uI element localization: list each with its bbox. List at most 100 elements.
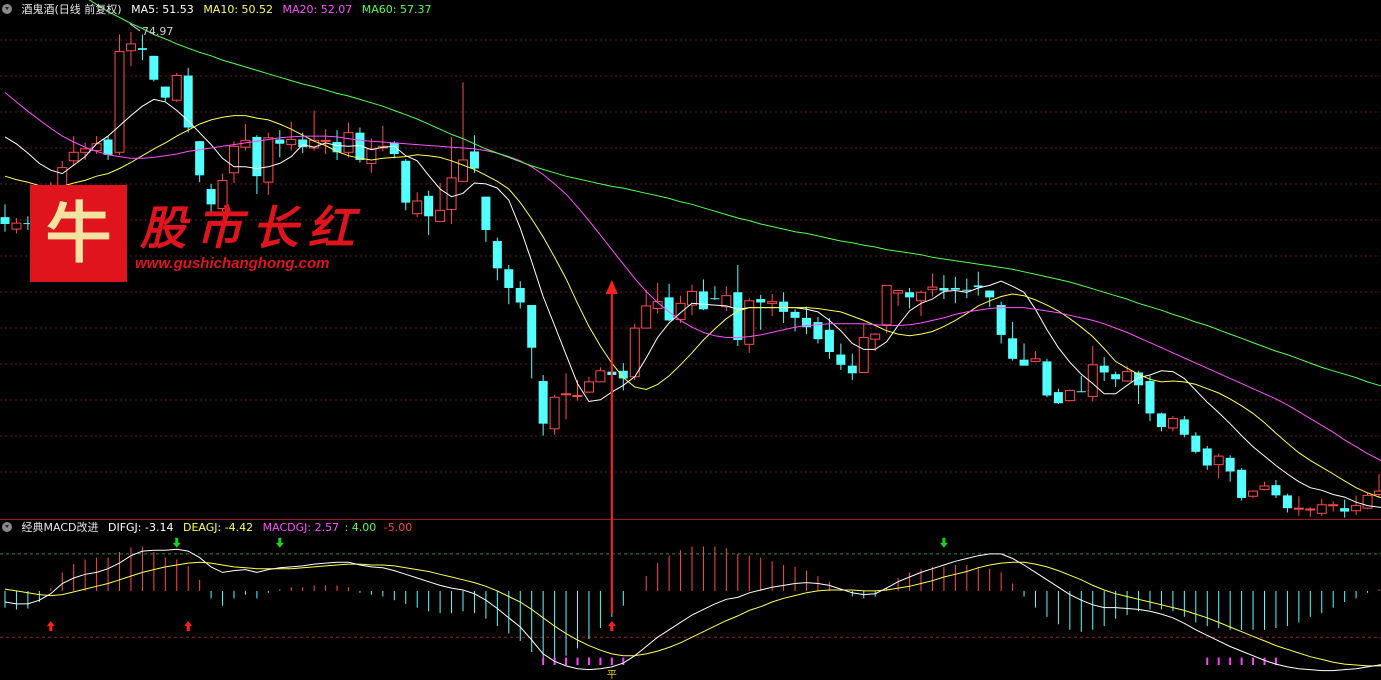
dif-line <box>4 548 1381 672</box>
level-upper-label: : 4.00 <box>344 521 377 534</box>
ma-line-ma10 <box>4 115 1381 499</box>
candle-body <box>698 291 708 310</box>
candle <box>1030 351 1041 363</box>
legend-toggle-icon[interactable] <box>2 4 12 14</box>
candle <box>1076 375 1086 393</box>
candle-body <box>515 287 525 303</box>
candle <box>286 121 297 151</box>
candle-body <box>1167 418 1178 429</box>
candle-body <box>950 287 960 290</box>
candle <box>710 286 720 300</box>
candle <box>1293 496 1304 516</box>
candle <box>0 204 10 232</box>
candle-body <box>583 381 594 393</box>
chart-canvas: 74.9748.52持平平 <box>0 0 1381 680</box>
signal-connector-arrow-icon <box>605 280 618 294</box>
candle-body <box>836 354 846 365</box>
ma10-label: MA10: 50.52 <box>203 3 274 16</box>
candle <box>229 141 239 184</box>
candle <box>698 279 708 311</box>
candle-body <box>149 55 159 80</box>
candle-body <box>114 51 125 153</box>
candle-body <box>1076 391 1086 393</box>
candle-body <box>1202 448 1212 466</box>
candle <box>309 110 320 151</box>
candle-body <box>286 138 297 146</box>
candle <box>847 353 857 381</box>
candle-body <box>366 148 377 164</box>
candle <box>1328 501 1339 512</box>
indicator-toggle-icon[interactable] <box>2 522 12 532</box>
candle <box>733 264 743 347</box>
candle <box>756 294 766 330</box>
candle <box>171 72 182 102</box>
candle-body <box>1064 389 1075 402</box>
candle-body <box>1156 413 1166 428</box>
candle-body <box>1316 504 1327 514</box>
candle <box>744 298 755 353</box>
candle-body <box>298 139 308 148</box>
candle <box>1156 412 1166 432</box>
candle-body <box>263 137 274 183</box>
candle-body <box>710 298 720 300</box>
dif-label: DIFGJ: -3.14 <box>107 521 174 534</box>
candle-body <box>1191 435 1201 452</box>
candle-body <box>1248 490 1259 497</box>
candle-body <box>1213 455 1224 466</box>
candle-body <box>401 160 411 203</box>
candle <box>939 275 949 300</box>
candle-body <box>424 195 434 217</box>
watermark-title: 股市长红 <box>140 201 364 255</box>
candle-body <box>927 286 938 291</box>
candle <box>1019 343 1029 366</box>
candle-body <box>1099 365 1109 373</box>
candle <box>767 293 778 317</box>
candle <box>1064 389 1075 402</box>
candle <box>1248 490 1259 498</box>
signal-arrows <box>46 280 948 632</box>
sell-arrow-icon <box>172 537 181 548</box>
candle <box>1340 499 1350 518</box>
candle <box>275 130 285 158</box>
candle-body <box>858 336 869 373</box>
candle <box>652 282 663 314</box>
candle-body <box>1351 505 1362 512</box>
candle <box>927 273 938 297</box>
indicator-level-lines <box>0 553 1381 638</box>
candle <box>1351 495 1362 515</box>
candle <box>618 363 628 391</box>
candle <box>149 55 159 82</box>
candle <box>424 190 434 236</box>
candle <box>125 31 136 67</box>
watermark-url: www.gushichanghong.com <box>135 255 330 272</box>
candle-body <box>1030 358 1041 362</box>
candle <box>836 343 846 370</box>
candle-body <box>412 200 423 215</box>
candle-body <box>435 209 446 222</box>
candle <box>252 135 262 195</box>
candle-body <box>171 74 182 101</box>
candle-body <box>1225 457 1235 472</box>
candle-body <box>80 148 91 153</box>
candle <box>1237 468 1247 501</box>
candle <box>481 196 491 242</box>
candle <box>527 305 537 379</box>
candle-body <box>1271 485 1281 496</box>
candle <box>1374 474 1381 498</box>
candle-body <box>1053 392 1063 404</box>
candle <box>813 317 823 344</box>
candle <box>962 278 972 299</box>
candle <box>549 394 560 435</box>
candle-body <box>320 139 331 142</box>
candlesticks[interactable] <box>0 31 1381 518</box>
candle-body <box>252 136 262 177</box>
candle <box>1179 416 1189 438</box>
candle <box>114 34 125 155</box>
candle-body <box>549 396 560 430</box>
candle-body <box>1111 374 1121 380</box>
candle <box>366 138 377 173</box>
candle-body <box>183 75 193 128</box>
candle <box>263 132 274 195</box>
candle <box>1259 481 1270 491</box>
candle-body <box>103 139 113 155</box>
